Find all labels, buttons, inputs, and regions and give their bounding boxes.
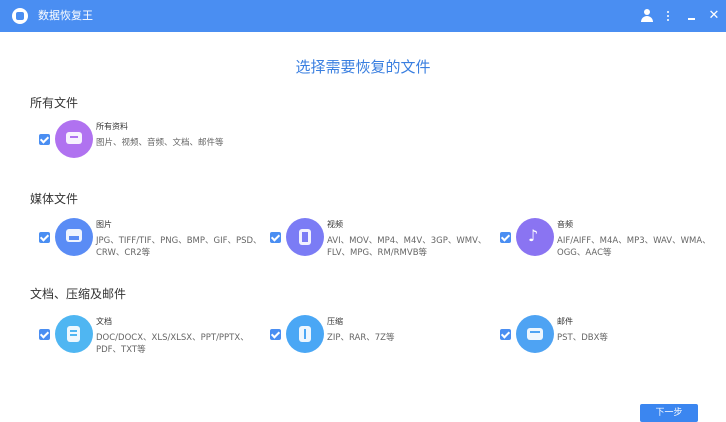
- checkbox-video[interactable]: [270, 232, 281, 243]
- card-desc: JPG、TIFF/TIF、PNG、BMP、GIF、PSD、CRW、CR2等: [96, 236, 262, 258]
- checkbox-document[interactable]: [39, 329, 50, 340]
- card-archive[interactable]: 压缩 ZIP、RAR、7Z等: [270, 315, 500, 375]
- card-desc: AIF/AIFF、M4A、MP3、WAV、WMA、OGG、AAC等: [557, 236, 711, 258]
- user-icon[interactable]: [637, 6, 657, 26]
- image-icon: [55, 218, 93, 256]
- card-name: 图片: [96, 220, 112, 229]
- section-title-all-files: 所有文件: [30, 96, 79, 110]
- monitor-icon: [55, 120, 93, 158]
- film-icon: [286, 218, 324, 256]
- music-note-icon: ♪: [516, 218, 554, 256]
- card-document[interactable]: 文档 DOC/DOCX、XLS/XLSX、PPT/PPTX、PDF、TXT等: [39, 315, 269, 375]
- section-title-docs-archives-email: 文档、压缩及邮件: [30, 287, 127, 301]
- section-title-media-files: 媒体文件: [30, 192, 79, 206]
- envelope-icon: [516, 315, 554, 353]
- checkbox-all-files[interactable]: [39, 134, 50, 145]
- card-name: 压缩: [327, 317, 343, 326]
- card-name: 邮件: [557, 317, 573, 326]
- card-name: 所有资料: [96, 122, 128, 131]
- checkbox-email[interactable]: [500, 329, 511, 340]
- card-desc: 图片、视频、音频、文档、邮件等: [96, 138, 224, 148]
- card-desc: ZIP、RAR、7Z等: [327, 333, 395, 343]
- card-name: 音频: [557, 220, 573, 229]
- card-video[interactable]: 视频 AVI、MOV、MP4、M4V、3GP、WMV、FLV、MPG、RM/RM…: [270, 218, 500, 278]
- minimize-icon[interactable]: [682, 6, 702, 26]
- card-all-files[interactable]: 所有资料 图片、视频、音频、文档、邮件等: [39, 120, 269, 180]
- app-logo-icon: [12, 8, 28, 24]
- card-email[interactable]: 邮件 PST、DBX等: [500, 315, 726, 375]
- next-button[interactable]: 下一步: [640, 404, 698, 422]
- card-image[interactable]: 图片 JPG、TIFF/TIF、PNG、BMP、GIF、PSD、CRW、CR2等: [39, 218, 269, 278]
- card-name: 视频: [327, 220, 343, 229]
- checkbox-archive[interactable]: [270, 329, 281, 340]
- checkbox-audio[interactable]: [500, 232, 511, 243]
- card-audio[interactable]: ♪ 音频 AIF/AIFF、M4A、MP3、WAV、WMA、OGG、AAC等: [500, 218, 726, 278]
- close-icon[interactable]: ✕: [704, 6, 724, 26]
- card-desc: DOC/DOCX、XLS/XLSX、PPT/PPTX、PDF、TXT等: [96, 333, 249, 355]
- card-desc: AVI、MOV、MP4、M4V、3GP、WMV、FLV、MPG、RM/RMVB等: [327, 236, 487, 258]
- title-bar: 数据恢复王 ✕: [0, 0, 726, 32]
- archive-icon: [286, 315, 324, 353]
- more-menu-icon[interactable]: [658, 6, 678, 26]
- checkbox-image[interactable]: [39, 232, 50, 243]
- card-name: 文档: [96, 317, 112, 326]
- app-title: 数据恢复王: [38, 9, 93, 22]
- document-icon: [55, 315, 93, 353]
- card-desc: PST、DBX等: [557, 333, 608, 343]
- page-title: 选择需要恢复的文件: [295, 58, 431, 76]
